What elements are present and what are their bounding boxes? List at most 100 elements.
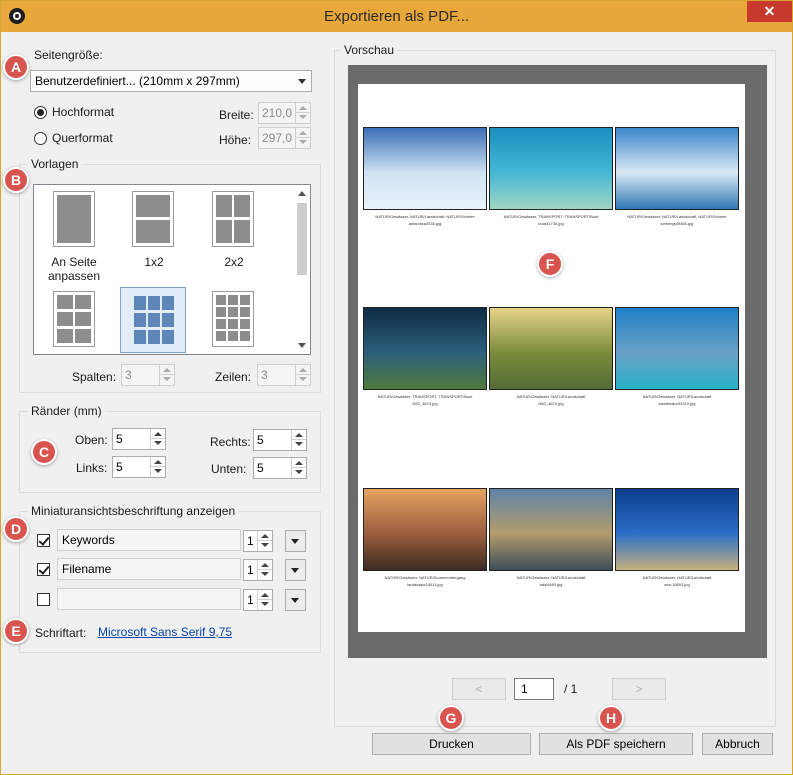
width-value: 210,0	[262, 106, 293, 120]
caption-2-checkbox[interactable]	[37, 563, 50, 576]
caption-2-size-stepper[interactable]: 1	[243, 559, 273, 581]
marker-b: B	[3, 167, 29, 193]
template-label: 1x2	[144, 255, 164, 269]
increment-icon[interactable]	[261, 563, 269, 567]
decrement-icon[interactable]	[261, 572, 269, 576]
increment-icon[interactable]	[299, 368, 307, 372]
decrement-icon[interactable]	[299, 140, 307, 144]
caption-3-field[interactable]	[57, 588, 241, 610]
caption-3-checkbox[interactable]	[37, 593, 50, 606]
preview-thumbnail	[489, 488, 613, 571]
caption-keywords: NATUR/Gewässer, NATUR/Landschaft	[642, 575, 712, 580]
preview-thumbnail-caption: NATUR/Gewässer, NATUR/Landschaft, NATUR/…	[363, 213, 487, 227]
landscape-radio[interactable]	[34, 132, 47, 145]
margin-top-value: 5	[116, 432, 123, 446]
title-bar: Exportieren als PDF... ✕	[1, 1, 792, 32]
increment-icon[interactable]	[295, 433, 303, 437]
template-icon	[132, 191, 174, 247]
template-label: 2x2	[224, 255, 244, 269]
preview-thumbnail-caption: NATUR/Gewässer, NATUR/Landschaft laketeka…	[615, 393, 739, 407]
prev-page-button[interactable]: <	[452, 678, 506, 700]
caption-1-checkbox[interactable]	[37, 534, 50, 547]
export-pdf-dialog: Exportieren als PDF... ✕ A Seitengröße: …	[0, 0, 793, 775]
template-2x3[interactable]	[34, 285, 124, 354]
increment-icon[interactable]	[261, 534, 269, 538]
caption-keywords: NATUR/Gewässer, NATUR/Sonnenuntergang	[384, 575, 466, 580]
templates-scrollbar[interactable]	[293, 185, 310, 354]
page-size-select[interactable]: Benutzerdefiniert... (210mm x 297mm)	[30, 70, 312, 92]
print-button[interactable]: Drucken	[372, 733, 531, 755]
decrement-icon[interactable]	[154, 469, 162, 473]
decrement-icon[interactable]	[295, 470, 303, 474]
caption-3-size: 1	[247, 593, 254, 607]
decrement-icon[interactable]	[295, 442, 303, 446]
margin-top-label: Oben:	[75, 433, 108, 447]
template-fit-page[interactable]: An Seite anpassen	[34, 185, 124, 285]
caption-2-size: 1	[247, 563, 254, 577]
caption-1-size-stepper[interactable]: 1	[243, 530, 273, 552]
preview-thumbnail-caption: NATUR/Gewässer, NATUR/Sonnenuntergang lan…	[363, 574, 487, 588]
margin-left-value: 5	[116, 460, 123, 474]
decrement-icon[interactable]	[154, 441, 162, 445]
decrement-icon[interactable]	[261, 543, 269, 547]
preview-thumbnail-caption: NATUR/Gewässer, NATUR/Landschaft, NATUR/…	[615, 213, 739, 227]
margin-left-stepper[interactable]: 5	[112, 456, 166, 478]
next-page-button[interactable]: >	[612, 678, 666, 700]
decrement-icon[interactable]	[163, 377, 171, 381]
save-pdf-button[interactable]: Als PDF speichern	[539, 733, 693, 755]
portrait-radio[interactable]	[34, 106, 47, 119]
increment-icon[interactable]	[261, 593, 269, 597]
preview-thumbnail-caption: NATUR/Gewässer, NATUR/Landschaft IMG_4876…	[489, 393, 613, 407]
scroll-up-icon[interactable]	[298, 191, 306, 196]
caption-keywords: NATUR/Gewässer, NATUR/Landschaft, NATUR/…	[627, 214, 727, 219]
page-number-input[interactable]: 1	[514, 678, 554, 700]
margin-bottom-stepper[interactable]: 5	[253, 457, 307, 479]
margin-bottom-label: Unten:	[211, 462, 247, 476]
increment-icon[interactable]	[299, 131, 307, 135]
cancel-button[interactable]: Abbruch	[702, 733, 773, 755]
margin-bottom-value: 5	[257, 461, 264, 475]
preview-thumbnail	[615, 488, 739, 571]
margin-right-label: Rechts:	[210, 435, 251, 449]
caption-3-dropdown-button[interactable]	[285, 589, 306, 611]
caption-1-dropdown-button[interactable]	[285, 530, 306, 552]
scroll-down-icon[interactable]	[298, 343, 306, 348]
template-3x4[interactable]	[194, 285, 284, 354]
increment-icon[interactable]	[295, 461, 303, 465]
font-link[interactable]: Microsoft Sans Serif 9,75	[98, 625, 232, 639]
caption-2-field[interactable]: Filename	[57, 558, 241, 580]
template-2x2[interactable]: 2x2	[194, 185, 284, 285]
columns-stepper[interactable]: 3	[121, 364, 175, 386]
margin-right-stepper[interactable]: 5	[253, 429, 307, 451]
rows-stepper[interactable]: 3	[257, 364, 311, 386]
caption-2-dropdown-button[interactable]	[285, 559, 306, 581]
decrement-icon[interactable]	[299, 115, 307, 119]
template-3x3[interactable]	[114, 285, 204, 354]
preview-thumbnail	[615, 127, 739, 210]
increment-icon[interactable]	[163, 368, 171, 372]
scrollbar-thumb[interactable]	[297, 203, 307, 275]
decrement-icon[interactable]	[299, 377, 307, 381]
template-1x2[interactable]: 1x2	[114, 185, 204, 285]
caption-1-field[interactable]: Keywords	[57, 529, 241, 551]
caption-keywords: NATUR/Gewässer, NATUR/Landschaft	[642, 394, 712, 399]
caption-3-size-stepper[interactable]: 1	[243, 589, 273, 611]
caption-filename: antarctica0535.jpg	[408, 221, 442, 226]
caption-filename: laketekapo93319.jpg	[658, 401, 696, 406]
templates-list[interactable]: An Seite anpassen 1x2 2x2	[33, 184, 311, 355]
close-button[interactable]: ✕	[747, 1, 792, 22]
preview-thumbnail	[489, 307, 613, 390]
marker-c: C	[31, 439, 57, 465]
preview-thumbnail	[363, 307, 487, 390]
preview-thumbnail	[615, 307, 739, 390]
increment-icon[interactable]	[299, 106, 307, 110]
height-stepper[interactable]: 297,0	[258, 127, 311, 149]
increment-icon[interactable]	[154, 432, 162, 436]
width-stepper[interactable]: 210,0	[258, 102, 311, 124]
increment-icon[interactable]	[154, 460, 162, 464]
marker-f: F	[537, 251, 563, 277]
captions-label: Miniaturansichtsbeschriftung anzeigen	[28, 504, 239, 518]
decrement-icon[interactable]	[261, 602, 269, 606]
caption-1-value: Keywords	[62, 533, 115, 547]
margin-top-stepper[interactable]: 5	[112, 428, 166, 450]
